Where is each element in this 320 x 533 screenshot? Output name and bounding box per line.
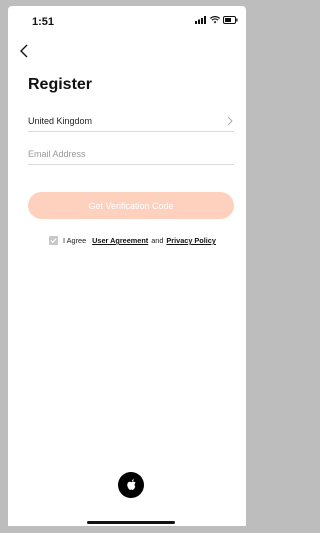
user-agreement-link[interactable]: User Agreement xyxy=(92,236,148,245)
battery-icon xyxy=(223,16,238,24)
privacy-policy-link[interactable]: Privacy Policy xyxy=(166,236,216,245)
status-time: 1:51 xyxy=(32,16,55,28)
country-value: United Kingdom xyxy=(28,116,93,126)
screen: 1:51 Register United Kingdom Email Addre… xyxy=(8,6,246,526)
email-field[interactable] xyxy=(28,146,234,162)
page-title: Register xyxy=(28,76,93,93)
signal-icon xyxy=(195,16,206,24)
chevron-right-icon xyxy=(227,116,233,126)
apple-login-button[interactable] xyxy=(118,472,144,498)
agreement-row: I Agree User Agreement and Privacy Polic… xyxy=(49,236,216,245)
checkmark-icon xyxy=(50,238,57,244)
email-field-row xyxy=(28,143,234,165)
country-selector[interactable]: United Kingdom xyxy=(28,110,234,132)
get-verification-code-button[interactable]: Get Verification Code xyxy=(28,192,234,219)
home-indicator xyxy=(87,521,175,524)
agree-checkbox[interactable] xyxy=(49,236,58,245)
agree-label: I Agree xyxy=(63,236,87,245)
status-bar: 1:51 xyxy=(8,6,246,34)
agree-and: and xyxy=(151,236,164,245)
apple-icon xyxy=(126,478,136,490)
wifi-icon xyxy=(210,16,220,24)
status-icons xyxy=(195,16,238,24)
back-chevron-icon[interactable] xyxy=(16,42,34,60)
